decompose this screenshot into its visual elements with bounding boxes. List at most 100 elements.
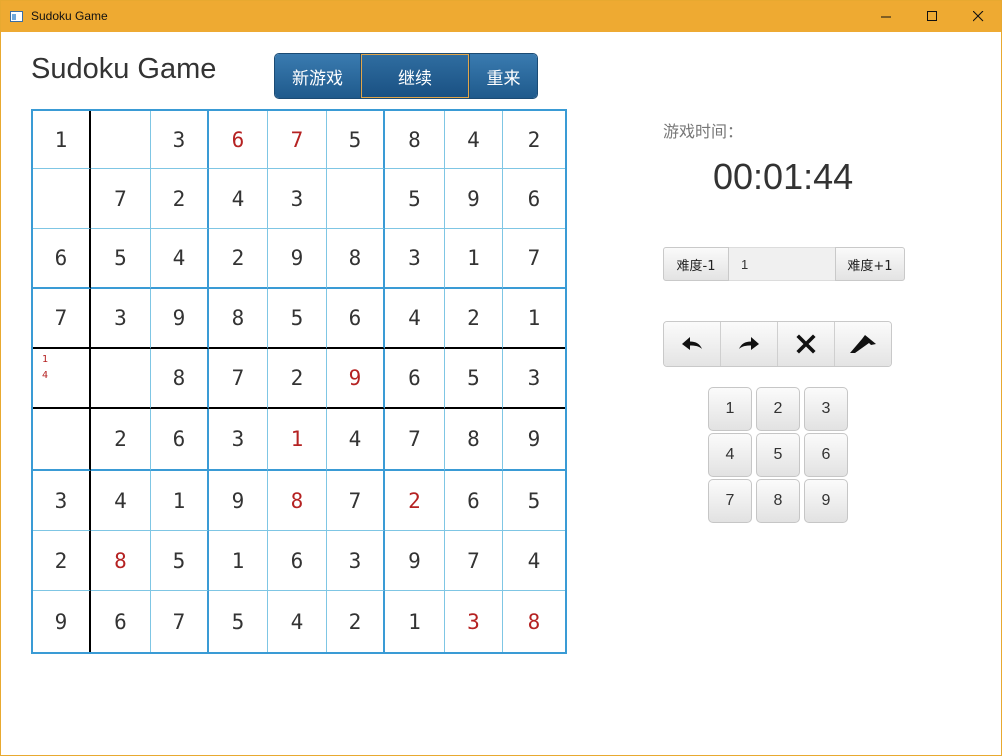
sudoku-cell[interactable]: 6 [327, 289, 385, 349]
sudoku-cell[interactable]: 7 [151, 591, 209, 652]
sudoku-cell[interactable] [91, 111, 151, 169]
sudoku-cell[interactable]: 3 [385, 229, 445, 289]
sudoku-cell[interactable]: 3 [33, 471, 91, 531]
sudoku-cell[interactable]: 4 [385, 289, 445, 349]
sudoku-cell[interactable]: 5 [91, 229, 151, 289]
sudoku-cell[interactable]: 2 [209, 229, 268, 289]
sudoku-cell[interactable]: 1 [445, 229, 503, 289]
sudoku-cell[interactable]: 5 [385, 169, 445, 229]
sudoku-cell[interactable]: 2 [33, 531, 91, 591]
sudoku-cell[interactable]: 7 [209, 349, 268, 409]
sudoku-cell[interactable]: 6 [91, 591, 151, 652]
number-button-3[interactable]: 3 [804, 387, 848, 431]
sudoku-cell[interactable]: 3 [445, 591, 503, 652]
sudoku-cell[interactable]: 3 [503, 349, 565, 409]
sudoku-cell[interactable]: 8 [209, 289, 268, 349]
sudoku-cell[interactable]: 2 [268, 349, 327, 409]
sudoku-cell[interactable]: 4 [268, 591, 327, 652]
sudoku-cell[interactable]: 6 [445, 471, 503, 531]
sudoku-cell[interactable]: 7 [268, 111, 327, 169]
sudoku-cell[interactable]: 3 [91, 289, 151, 349]
number-button-1[interactable]: 1 [708, 387, 752, 431]
sudoku-cell[interactable]: 5 [503, 471, 565, 531]
number-button-9[interactable]: 9 [804, 479, 848, 523]
new-game-button[interactable]: 新游戏 [275, 54, 361, 98]
sudoku-cell[interactable]: 6 [268, 531, 327, 591]
sudoku-cell[interactable]: 6 [151, 409, 209, 471]
hint-button[interactable] [835, 322, 891, 366]
sudoku-cell[interactable]: 1 [385, 591, 445, 652]
sudoku-cell[interactable]: 7 [445, 531, 503, 591]
sudoku-cell[interactable]: 7 [503, 229, 565, 289]
sudoku-cell[interactable]: 8 [445, 409, 503, 471]
minimize-button[interactable] [863, 1, 909, 32]
difficulty-decrease-button[interactable]: 难度-1 [663, 247, 729, 281]
sudoku-cell[interactable]: 9 [503, 409, 565, 471]
sudoku-cell[interactable]: 1 [268, 409, 327, 471]
sudoku-cell[interactable]: 1 [151, 471, 209, 531]
sudoku-cell[interactable]: 2 [91, 409, 151, 471]
sudoku-cell[interactable] [33, 169, 91, 229]
difficulty-input[interactable]: 1 [729, 247, 835, 281]
sudoku-cell[interactable]: 8 [91, 531, 151, 591]
maximize-button[interactable] [909, 1, 955, 32]
sudoku-cell[interactable]: 8 [503, 591, 565, 652]
sudoku-cell[interactable]: 5 [327, 111, 385, 169]
sudoku-cell[interactable]: 5 [268, 289, 327, 349]
sudoku-cell[interactable]: 7 [327, 471, 385, 531]
number-button-6[interactable]: 6 [804, 433, 848, 477]
close-button[interactable] [955, 1, 1001, 32]
sudoku-cell[interactable]: 8 [385, 111, 445, 169]
sudoku-cell[interactable] [33, 409, 91, 471]
sudoku-cell[interactable]: 8 [327, 229, 385, 289]
sudoku-cell[interactable]: 9 [327, 349, 385, 409]
redo-button[interactable] [721, 322, 778, 366]
sudoku-cell[interactable]: 4 [151, 229, 209, 289]
sudoku-cell[interactable]: 3 [151, 111, 209, 169]
sudoku-cell[interactable]: 2 [151, 169, 209, 229]
sudoku-cell[interactable]: 1 [209, 531, 268, 591]
sudoku-cell[interactable]: 5 [445, 349, 503, 409]
sudoku-cell[interactable]: 1 [503, 289, 565, 349]
sudoku-cell[interactable]: 9 [209, 471, 268, 531]
sudoku-cell[interactable]: 2 [385, 471, 445, 531]
sudoku-cell[interactable] [327, 169, 385, 229]
sudoku-cell[interactable]: 6 [209, 111, 268, 169]
sudoku-cell[interactable]: 2 [445, 289, 503, 349]
sudoku-cell[interactable] [91, 349, 151, 409]
number-button-2[interactable]: 2 [756, 387, 800, 431]
sudoku-cell[interactable]: 9 [445, 169, 503, 229]
sudoku-cell[interactable]: 9 [33, 591, 91, 652]
difficulty-increase-button[interactable]: 难度+1 [835, 247, 905, 281]
clear-button[interactable] [778, 322, 835, 366]
continue-button[interactable]: 继续 [361, 54, 469, 98]
sudoku-cell[interactable]: 3 [209, 409, 268, 471]
sudoku-cell[interactable]: 4 [91, 471, 151, 531]
sudoku-cell[interactable]: 7 [91, 169, 151, 229]
sudoku-cell[interactable]: 3 [327, 531, 385, 591]
number-button-4[interactable]: 4 [708, 433, 752, 477]
sudoku-cell[interactable]: 5 [151, 531, 209, 591]
sudoku-cell[interactable]: 14 [33, 349, 91, 409]
number-button-7[interactable]: 7 [708, 479, 752, 523]
sudoku-cell[interactable]: 8 [151, 349, 209, 409]
sudoku-cell[interactable]: 6 [385, 349, 445, 409]
sudoku-cell[interactable]: 5 [209, 591, 268, 652]
sudoku-cell[interactable]: 9 [268, 229, 327, 289]
sudoku-cell[interactable]: 2 [327, 591, 385, 652]
sudoku-cell[interactable]: 7 [33, 289, 91, 349]
sudoku-cell[interactable]: 4 [503, 531, 565, 591]
sudoku-cell[interactable]: 3 [268, 169, 327, 229]
number-button-8[interactable]: 8 [756, 479, 800, 523]
sudoku-cell[interactable]: 7 [385, 409, 445, 471]
undo-button[interactable] [664, 322, 721, 366]
restart-button[interactable]: 重来 [469, 54, 537, 98]
sudoku-cell[interactable]: 9 [151, 289, 209, 349]
title-bar[interactable]: Sudoku Game [1, 1, 1001, 32]
number-button-5[interactable]: 5 [756, 433, 800, 477]
sudoku-cell[interactable]: 9 [385, 531, 445, 591]
sudoku-cell[interactable]: 4 [209, 169, 268, 229]
sudoku-cell[interactable]: 4 [327, 409, 385, 471]
sudoku-cell[interactable]: 1 [33, 111, 91, 169]
sudoku-cell[interactable]: 8 [268, 471, 327, 531]
